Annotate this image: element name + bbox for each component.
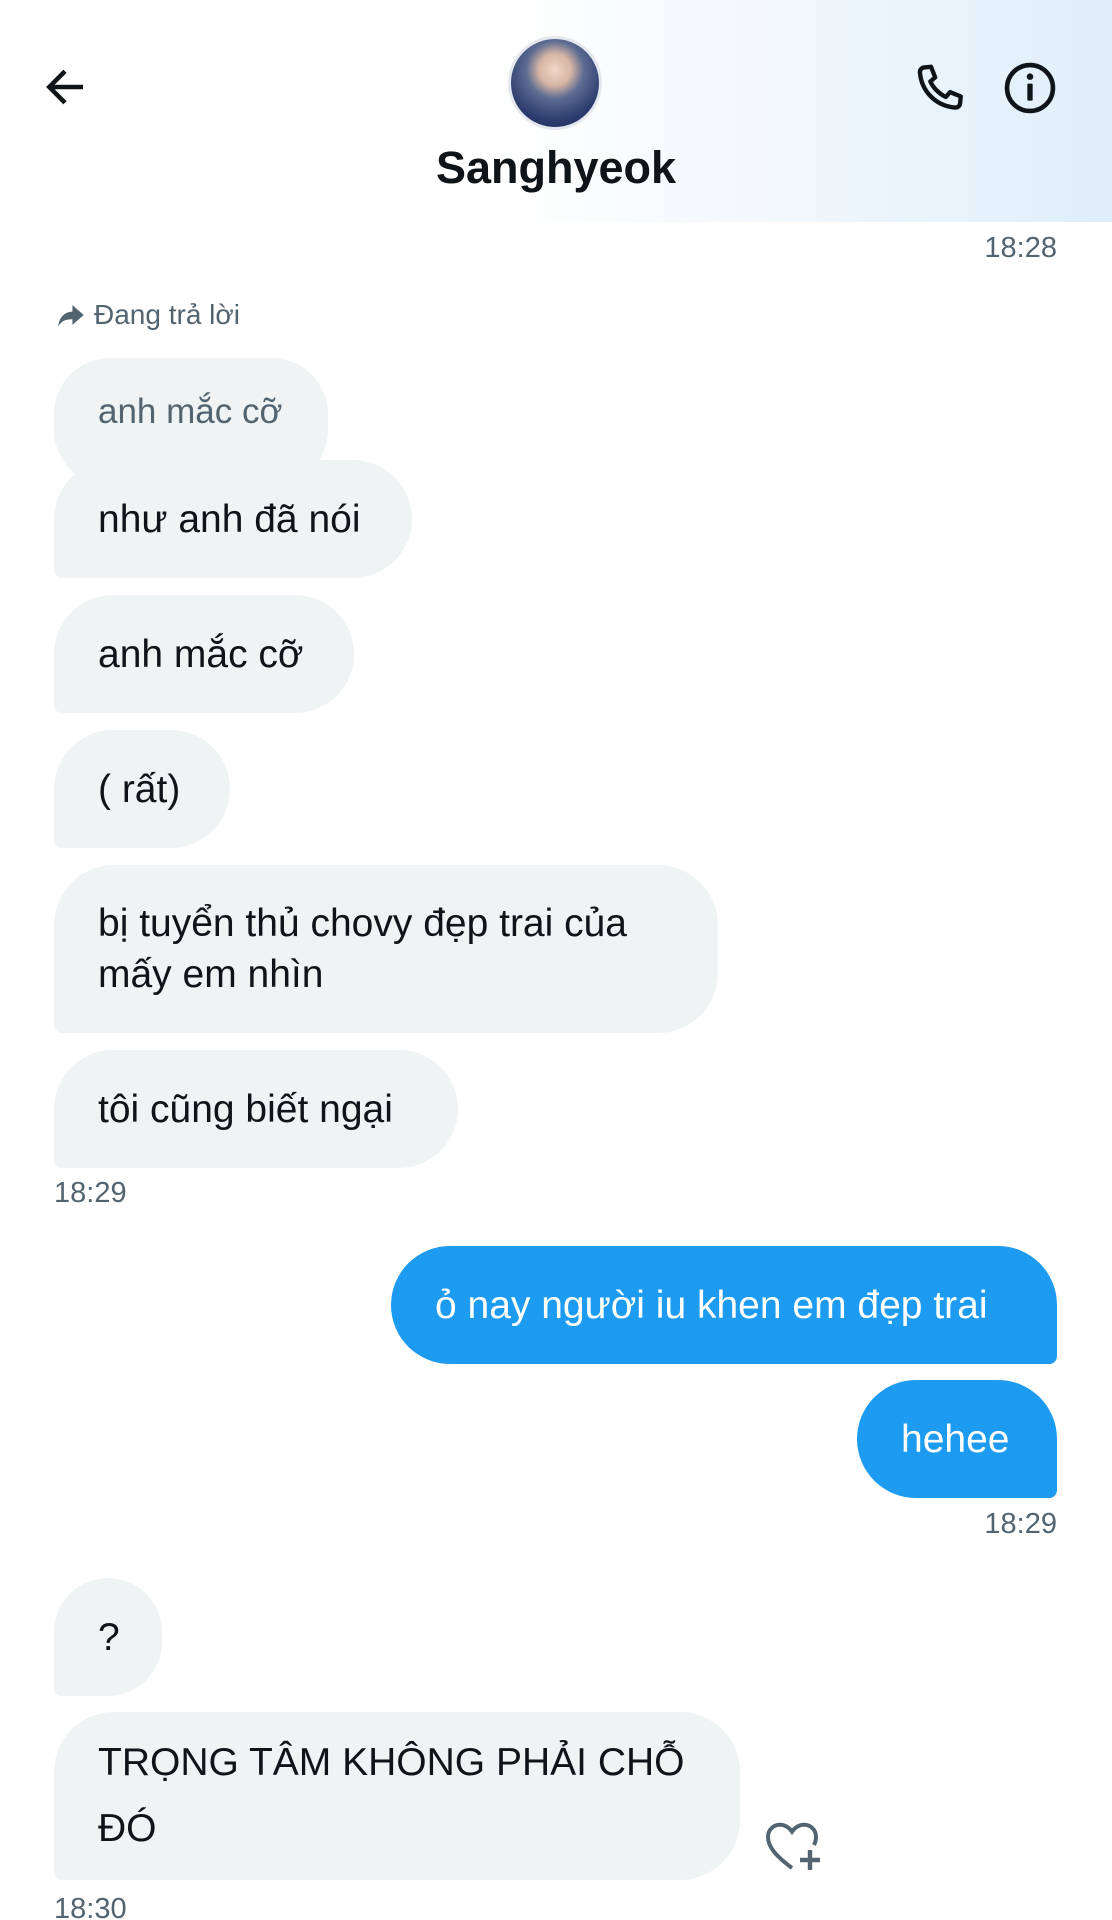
- avatar[interactable]: [508, 36, 602, 130]
- message-text: tôi cũng biết ngại: [98, 1087, 393, 1131]
- info-button[interactable]: [990, 48, 1070, 128]
- heart-plus-icon: [765, 1822, 820, 1870]
- message-bubble-outgoing[interactable]: ỏ nay người iu khen em đẹp trai: [391, 1246, 1057, 1364]
- quoted-message-text: anh mắc cỡ: [98, 392, 283, 431]
- message-text: ỏ nay người iu khen em đẹp trai: [435, 1283, 988, 1327]
- info-icon: [1004, 62, 1056, 114]
- message-timestamp: 18:29: [54, 1177, 127, 1209]
- message-bubble[interactable]: ?: [54, 1578, 162, 1696]
- message-text: TRỌNG TÂM KHÔNG PHẢI CHỖ ĐÓ: [98, 1741, 685, 1850]
- reply-arrow-icon: [58, 305, 84, 327]
- call-button[interactable]: [900, 48, 980, 128]
- message-bubble[interactable]: bị tuyển thủ chovy đẹp trai của mấy em n…: [54, 865, 718, 1033]
- reply-indicator-label: Đang trả lời: [94, 299, 240, 330]
- back-button[interactable]: [30, 52, 100, 122]
- message-text: hehee: [901, 1417, 1010, 1461]
- message-timestamp: 18:30: [54, 1893, 127, 1920]
- message-text: ( rất): [98, 767, 181, 811]
- phone-icon: [917, 64, 963, 110]
- message-bubble[interactable]: như anh đã nói: [54, 460, 412, 578]
- message-text: ?: [98, 1615, 120, 1659]
- message-bubble-outgoing[interactable]: hehee: [857, 1380, 1057, 1498]
- contact-name[interactable]: Sanghyeok: [0, 142, 1112, 194]
- message-bubble[interactable]: ( rất): [54, 730, 230, 848]
- reply-indicator: Đang trả lời: [54, 298, 240, 332]
- message-text: anh mắc cỡ: [98, 632, 304, 676]
- message-bubble[interactable]: anh mắc cỡ: [54, 595, 354, 713]
- message-timestamp: 18:28: [984, 232, 1057, 264]
- arrow-left-icon: [46, 69, 83, 105]
- add-reaction-button[interactable]: [762, 1816, 826, 1876]
- message-timestamp: 18:29: [984, 1508, 1057, 1540]
- message-bubble[interactable]: TRỌNG TÂM KHÔNG PHẢI CHỖ ĐÓ: [54, 1712, 740, 1880]
- message-text: như anh đã nói: [98, 497, 361, 541]
- message-bubble[interactable]: tôi cũng biết ngại: [54, 1050, 458, 1168]
- message-text: bị tuyển thủ chovy đẹp trai của mấy em n…: [98, 902, 627, 996]
